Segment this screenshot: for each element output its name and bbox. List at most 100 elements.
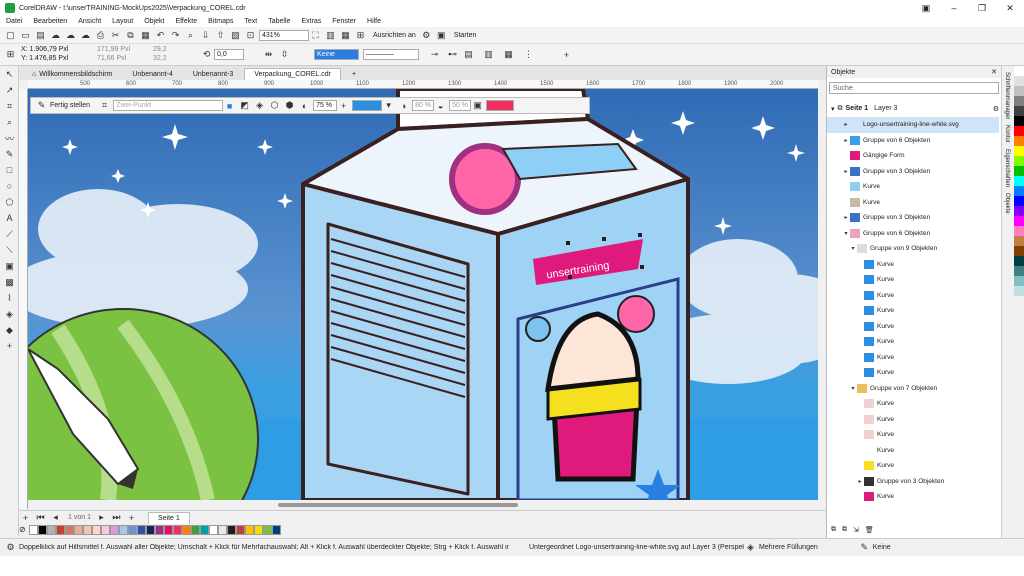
palette-swatch[interactable] bbox=[191, 525, 200, 535]
tab-verpackung[interactable]: Verpackung_COREL.cdr bbox=[244, 68, 341, 80]
palette-swatch[interactable] bbox=[128, 525, 137, 535]
color-strip-swatch[interactable] bbox=[1014, 186, 1024, 196]
pdf-icon[interactable]: ▧ bbox=[229, 29, 242, 42]
mode-select[interactable]: Zwei-Punkt bbox=[113, 100, 224, 111]
cloud-download-icon[interactable]: ☁ bbox=[79, 29, 92, 42]
wrap-text-icon[interactable]: ▤ bbox=[462, 48, 475, 61]
new-document-icon[interactable]: ▢ bbox=[4, 29, 17, 42]
menu-extras[interactable]: Extras bbox=[301, 18, 321, 25]
add-icon[interactable]: + bbox=[560, 48, 573, 61]
scale-y[interactable]: 32,2 bbox=[153, 55, 167, 62]
open-folder-icon[interactable]: ▭ bbox=[19, 29, 32, 42]
crop-tool-icon[interactable]: ⌗ bbox=[0, 98, 19, 114]
close-button[interactable]: ✕ bbox=[996, 3, 1024, 14]
palette-swatch[interactable] bbox=[173, 525, 182, 535]
start-color-picker[interactable] bbox=[352, 100, 383, 111]
color-strip-swatch[interactable] bbox=[1014, 226, 1024, 236]
docker-tab-objects[interactable]: Objekte bbox=[1004, 193, 1010, 214]
undo-icon[interactable]: ↶ bbox=[154, 29, 167, 42]
color-strip-swatch[interactable] bbox=[1014, 236, 1024, 246]
menu-bitmaps[interactable]: Bitmaps bbox=[208, 18, 233, 25]
transparency-tool-icon[interactable]: ▩ bbox=[0, 274, 19, 290]
expand-arrow-icon[interactable]: ▾ bbox=[849, 245, 857, 252]
palette-swatch[interactable] bbox=[209, 525, 218, 535]
search-input[interactable]: Suche bbox=[829, 82, 999, 94]
tree-item[interactable]: Kurve bbox=[827, 272, 999, 288]
menu-text[interactable]: Text bbox=[244, 18, 257, 25]
linear-icon[interactable]: ◩ bbox=[238, 99, 251, 112]
menu-effekte[interactable]: Effekte bbox=[175, 18, 197, 25]
tree-item[interactable]: ▾ Gruppe von 9 Objekten bbox=[827, 241, 999, 257]
new-tab-button[interactable]: + bbox=[342, 68, 366, 80]
palette-swatch[interactable] bbox=[74, 525, 83, 535]
palette-swatch[interactable] bbox=[83, 525, 92, 535]
tree-item[interactable]: Kurve bbox=[827, 303, 999, 319]
interactive-fill-icon[interactable]: ◈ bbox=[0, 306, 19, 322]
mirror-h-icon[interactable]: ⇹ bbox=[262, 48, 275, 61]
mid-opacity-input[interactable]: 80 % bbox=[412, 100, 435, 111]
page-row[interactable]: ▾ ⧉ Seite 1 Layer 3 ⚙ bbox=[827, 102, 999, 115]
delete-icon[interactable]: 🗑 bbox=[865, 526, 874, 534]
expand-arrow-icon[interactable]: ▸ bbox=[856, 478, 864, 485]
tree-item[interactable]: Kurve bbox=[827, 319, 999, 335]
palette-swatch[interactable] bbox=[119, 525, 128, 535]
color-strip-swatch[interactable] bbox=[1014, 286, 1024, 296]
tree-item[interactable]: Kurve bbox=[827, 179, 999, 195]
line-style-select[interactable]: ———— bbox=[363, 49, 419, 60]
tab-unbenannt-4[interactable]: Unbenannt-4 bbox=[123, 68, 182, 80]
pick-tool-icon[interactable]: ↖ bbox=[0, 66, 19, 82]
palette-swatch[interactable] bbox=[155, 525, 164, 535]
color-strip-swatch[interactable] bbox=[1014, 256, 1024, 266]
page-tab[interactable]: Seite 1 bbox=[147, 511, 190, 524]
palette-swatch[interactable] bbox=[146, 525, 155, 535]
tab-welcome[interactable]: ⌂ Willkommensbildschirm bbox=[23, 68, 122, 80]
color-strip-swatch[interactable] bbox=[1014, 146, 1024, 156]
add-page-end-icon[interactable]: + bbox=[125, 511, 138, 524]
cloud-icon[interactable]: ☁ bbox=[49, 29, 62, 42]
color-strip-swatch[interactable] bbox=[1014, 156, 1024, 166]
expand-arrow-icon[interactable]: ▾ bbox=[842, 230, 850, 237]
palette-swatch[interactable] bbox=[137, 525, 146, 535]
line-end-icon[interactable]: ⊸ bbox=[428, 48, 441, 61]
color-strip-swatch[interactable] bbox=[1014, 96, 1024, 106]
menu-bearbeiten[interactable]: Bearbeiten bbox=[33, 18, 67, 25]
color-strip-swatch[interactable] bbox=[1014, 116, 1024, 126]
expand-arrow-icon[interactable]: ▸ bbox=[842, 214, 850, 221]
palette-swatch[interactable] bbox=[101, 525, 110, 535]
color-strip-swatch[interactable] bbox=[1014, 296, 1024, 306]
new-layer-icon[interactable]: ⧉ bbox=[831, 526, 836, 534]
tree-item[interactable]: ▾ Gruppe von 7 Objekten bbox=[827, 381, 999, 397]
palette-swatch[interactable] bbox=[29, 525, 38, 535]
color-strip-swatch[interactable] bbox=[1014, 246, 1024, 256]
window-icon[interactable]: ▣ bbox=[912, 3, 940, 14]
outline-fill-select[interactable]: Keine bbox=[314, 49, 359, 60]
tree-item[interactable]: Kurve bbox=[827, 489, 999, 505]
color-strip-swatch[interactable] bbox=[1014, 66, 1024, 76]
drop-shadow-icon[interactable]: ▣ bbox=[0, 258, 19, 274]
tree-item[interactable]: Kurve bbox=[827, 427, 999, 443]
palette-swatch[interactable] bbox=[227, 525, 236, 535]
export-icon[interactable]: ⇧ bbox=[214, 29, 227, 42]
opacity-input[interactable]: 75 % bbox=[313, 100, 338, 111]
move-layer-icon[interactable]: ⇲ bbox=[853, 526, 859, 534]
first-page-icon[interactable]: ⏮ bbox=[34, 511, 47, 524]
expand-arrow-icon[interactable]: ▾ bbox=[849, 385, 857, 392]
tree-item[interactable]: ▾ Gruppe von 6 Objekten bbox=[827, 226, 999, 242]
color-strip-swatch[interactable] bbox=[1014, 196, 1024, 206]
page-toggle-icon[interactable]: ▾ bbox=[831, 105, 835, 113]
no-color-icon[interactable]: ⊘ bbox=[19, 525, 29, 535]
palette-swatch[interactable] bbox=[245, 525, 254, 535]
start-label[interactable]: Starten bbox=[454, 32, 477, 39]
color-strip-swatch[interactable] bbox=[1014, 136, 1024, 146]
redo-icon[interactable]: ↷ bbox=[169, 29, 182, 42]
menu-datei[interactable]: Datei bbox=[6, 18, 22, 25]
tree-item[interactable]: Kurve bbox=[827, 195, 999, 211]
polygon-tool-icon[interactable]: ⬠ bbox=[0, 194, 19, 210]
copy-icon[interactable]: ⧉ bbox=[124, 29, 137, 42]
parallel-dimension-icon[interactable]: ⟋ bbox=[0, 226, 19, 242]
docker-tab-fonts[interactable]: Schriftenmanager bbox=[1004, 72, 1010, 119]
palette-swatch[interactable] bbox=[182, 525, 191, 535]
paste-icon[interactable]: ▦ bbox=[139, 29, 152, 42]
palette-swatch[interactable] bbox=[200, 525, 209, 535]
palette-swatch[interactable] bbox=[38, 525, 47, 535]
